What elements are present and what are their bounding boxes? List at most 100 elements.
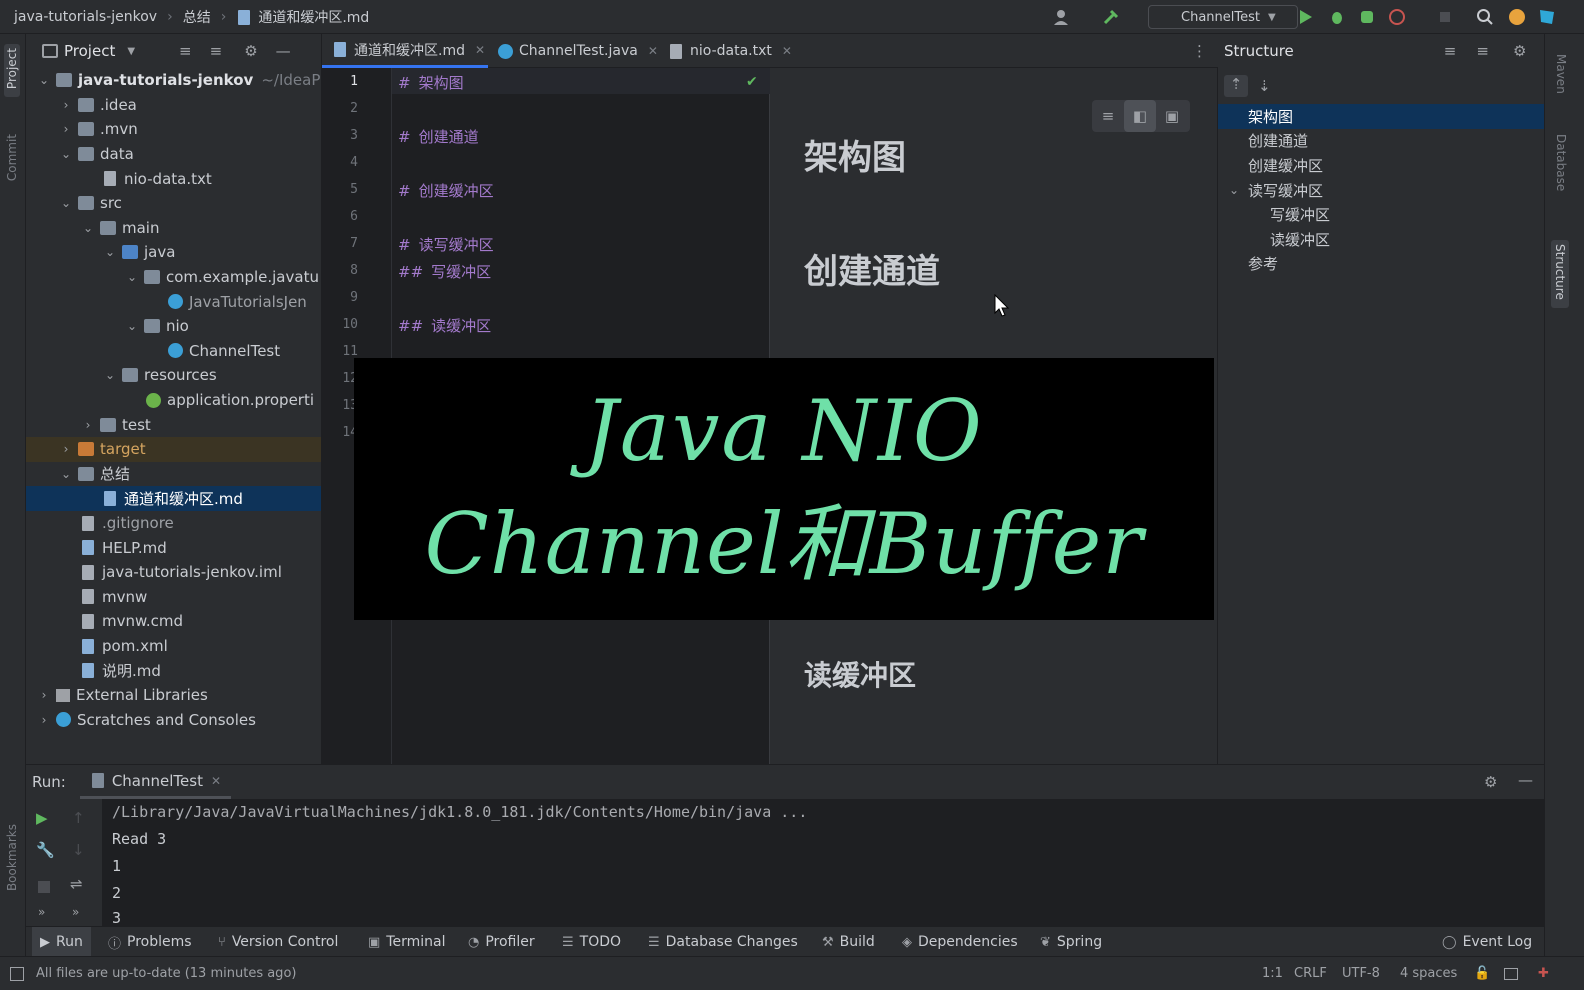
breadcrumb-folder[interactable]: 总结 bbox=[183, 7, 211, 27]
structure-item[interactable]: 架构图 bbox=[1218, 104, 1544, 129]
profiler-icon[interactable] bbox=[1386, 6, 1408, 28]
chevron-down-icon[interactable]: ⌄ bbox=[80, 221, 96, 235]
tree-item-nio[interactable]: ⌄ nio bbox=[26, 314, 321, 339]
chevron-right-icon[interactable]: › bbox=[58, 122, 74, 136]
tree-item-readme-cn[interactable]: 说明.md bbox=[26, 658, 321, 683]
more-tabs-icon[interactable]: ⋮ bbox=[1192, 42, 1207, 60]
tree-item-iml[interactable]: java-tutorials-jenkov.iml bbox=[26, 560, 321, 585]
database-tool-button[interactable]: Database bbox=[1554, 134, 1568, 195]
structure-item[interactable]: ⌄ 读写缓冲区 bbox=[1218, 178, 1544, 203]
tree-item-external-libraries[interactable]: › External Libraries bbox=[26, 683, 321, 708]
code-line[interactable]: ## 读缓冲区 bbox=[398, 315, 491, 336]
ide-error-icon[interactable]: ✚ bbox=[1538, 966, 1549, 981]
tool-build[interactable]: ⚒ Build bbox=[822, 927, 875, 957]
code-line[interactable]: # 创建缓冲区 bbox=[398, 180, 494, 201]
chevron-down-icon[interactable]: ⌄ bbox=[58, 467, 74, 481]
console-output[interactable]: /Library/Java/JavaVirtualMachines/jdk1.8… bbox=[102, 799, 1544, 927]
user-icon[interactable] bbox=[1050, 6, 1072, 28]
structure-item[interactable]: 写缓冲区 bbox=[1218, 202, 1544, 227]
down-arrow-icon[interactable]: ↓ bbox=[72, 841, 85, 859]
tab-channel-buffer-md[interactable]: 通道和缓冲区.md ✕ bbox=[322, 34, 488, 68]
tree-item-project-root[interactable]: ⌄ java-tutorials-jenkov ~/IdeaP bbox=[26, 68, 321, 93]
jetbrains-logo-icon[interactable] bbox=[1536, 6, 1558, 28]
tree-item-main[interactable]: ⌄ main bbox=[26, 216, 321, 241]
tree-item-mvn[interactable]: › .mvn bbox=[26, 117, 321, 142]
run-icon[interactable] bbox=[1294, 6, 1316, 28]
tree-item-scratches[interactable]: › Scratches and Consoles bbox=[26, 708, 321, 733]
maven-tool-button[interactable]: Maven bbox=[1554, 54, 1568, 98]
hide-panel-icon[interactable]: — bbox=[1518, 771, 1533, 789]
tree-item-pom-xml[interactable]: pom.xml bbox=[26, 634, 321, 659]
chevron-right-icon[interactable]: › bbox=[36, 713, 52, 727]
tree-item-nio-data-txt[interactable]: nio-data.txt bbox=[26, 166, 321, 191]
tree-item-application-properties[interactable]: application.properti bbox=[26, 388, 321, 413]
chevron-down-icon[interactable]: ⌄ bbox=[102, 245, 118, 259]
tree-item-src[interactable]: ⌄ src bbox=[26, 191, 321, 216]
stop-icon[interactable] bbox=[1434, 6, 1456, 28]
chevron-down-icon[interactable]: ⌄ bbox=[124, 270, 140, 284]
close-icon[interactable]: ✕ bbox=[211, 774, 221, 788]
run-tab-channeltest[interactable]: ChannelTest ✕ bbox=[79, 765, 232, 799]
line-separator[interactable]: CRLF bbox=[1294, 966, 1327, 981]
tree-item-summary-folder[interactable]: ⌄ 总结 bbox=[26, 462, 321, 487]
tree-item-main-class[interactable]: JavaTutorialsJen bbox=[26, 289, 321, 314]
tree-item-java[interactable]: ⌄ java bbox=[26, 240, 321, 265]
sort-down-icon[interactable]: ⇣ bbox=[1258, 77, 1271, 95]
tree-item-resources[interactable]: ⌄ resources bbox=[26, 363, 321, 388]
tree-item-gitignore[interactable]: .gitignore bbox=[26, 511, 321, 536]
tool-profiler[interactable]: ◔ Profiler bbox=[468, 927, 535, 957]
close-icon[interactable]: ✕ bbox=[648, 44, 658, 58]
project-tool-button[interactable]: Project bbox=[4, 44, 20, 98]
tab-nio-data-txt[interactable]: nio-data.txt ✕ bbox=[658, 34, 798, 68]
up-arrow-icon[interactable]: ↑ bbox=[72, 809, 85, 827]
chevron-down-icon[interactable]: ⌄ bbox=[58, 196, 74, 210]
tool-problems[interactable]: ⓘ Problems bbox=[108, 927, 192, 957]
chevron-down-icon[interactable]: ▼ bbox=[127, 46, 135, 57]
no-problems-check-icon[interactable]: ✔ bbox=[746, 74, 758, 90]
rerun-icon[interactable]: ▶ bbox=[36, 809, 48, 827]
editor-only-icon[interactable]: ≡ bbox=[1092, 100, 1124, 132]
tree-item-help-md[interactable]: HELP.md bbox=[26, 535, 321, 560]
lock-icon[interactable]: 🔓 bbox=[1474, 966, 1490, 981]
structure-item[interactable]: 创建通道 bbox=[1218, 129, 1544, 154]
code-line[interactable]: ## 写缓冲区 bbox=[398, 261, 491, 282]
tree-item-channeltest[interactable]: ChannelTest bbox=[26, 339, 321, 364]
more-icon[interactable]: » bbox=[38, 905, 45, 919]
chevron-down-icon[interactable]: ⌄ bbox=[58, 147, 74, 161]
chevron-right-icon[interactable]: › bbox=[80, 418, 96, 432]
run-config-selector[interactable]: ChannelTest ▼ bbox=[1148, 5, 1298, 29]
tree-item-test[interactable]: › test bbox=[26, 412, 321, 437]
chevron-right-icon[interactable]: › bbox=[58, 442, 74, 456]
expand-all-icon[interactable]: ≡ bbox=[179, 42, 192, 60]
project-panel-title[interactable]: Project bbox=[64, 42, 115, 60]
chevron-down-icon[interactable]: ⌄ bbox=[36, 73, 52, 87]
preview-only-icon[interactable]: ▣ bbox=[1156, 100, 1188, 132]
soft-wrap-icon[interactable]: ⇌ bbox=[70, 875, 83, 893]
coverage-icon[interactable] bbox=[1356, 6, 1378, 28]
tool-event-log[interactable]: ◯ Event Log bbox=[1442, 927, 1532, 957]
split-view-icon[interactable]: ◧ bbox=[1124, 100, 1156, 132]
chevron-right-icon[interactable]: › bbox=[58, 98, 74, 112]
build-hammer-icon[interactable] bbox=[1100, 6, 1122, 28]
structure-item[interactable]: 读缓冲区 bbox=[1218, 227, 1544, 252]
bookmarks-tool-button[interactable]: Bookmarks bbox=[5, 824, 19, 895]
gear-icon[interactable]: ⚙ bbox=[244, 42, 257, 60]
breadcrumb-file[interactable]: 通道和缓冲区.md bbox=[258, 7, 369, 27]
gear-icon[interactable]: ⚙ bbox=[1513, 42, 1526, 60]
file-encoding[interactable]: UTF-8 bbox=[1342, 966, 1380, 981]
memory-indicator-icon[interactable] bbox=[1504, 967, 1518, 980]
toggle-tool-windows-icon[interactable] bbox=[10, 966, 24, 981]
collapse-all-icon[interactable]: ≡ bbox=[1476, 42, 1489, 60]
close-icon[interactable]: ✕ bbox=[782, 44, 792, 58]
debug-icon[interactable] bbox=[1326, 6, 1348, 28]
indent-setting[interactable]: 4 spaces bbox=[1400, 966, 1457, 981]
breadcrumb-project[interactable]: java-tutorials-jenkov bbox=[14, 9, 157, 25]
expand-all-icon[interactable]: ≡ bbox=[1444, 42, 1457, 60]
chevron-down-icon[interactable]: ⌄ bbox=[1226, 183, 1242, 197]
search-icon[interactable] bbox=[1474, 6, 1496, 28]
tree-item-mvnw-cmd[interactable]: mvnw.cmd bbox=[26, 609, 321, 634]
stop-icon[interactable] bbox=[38, 881, 50, 893]
tree-item-package-example[interactable]: ⌄ com.example.javatu bbox=[26, 265, 321, 290]
tree-item-idea[interactable]: › .idea bbox=[26, 93, 321, 118]
tree-item-mvnw[interactable]: mvnw bbox=[26, 585, 321, 610]
